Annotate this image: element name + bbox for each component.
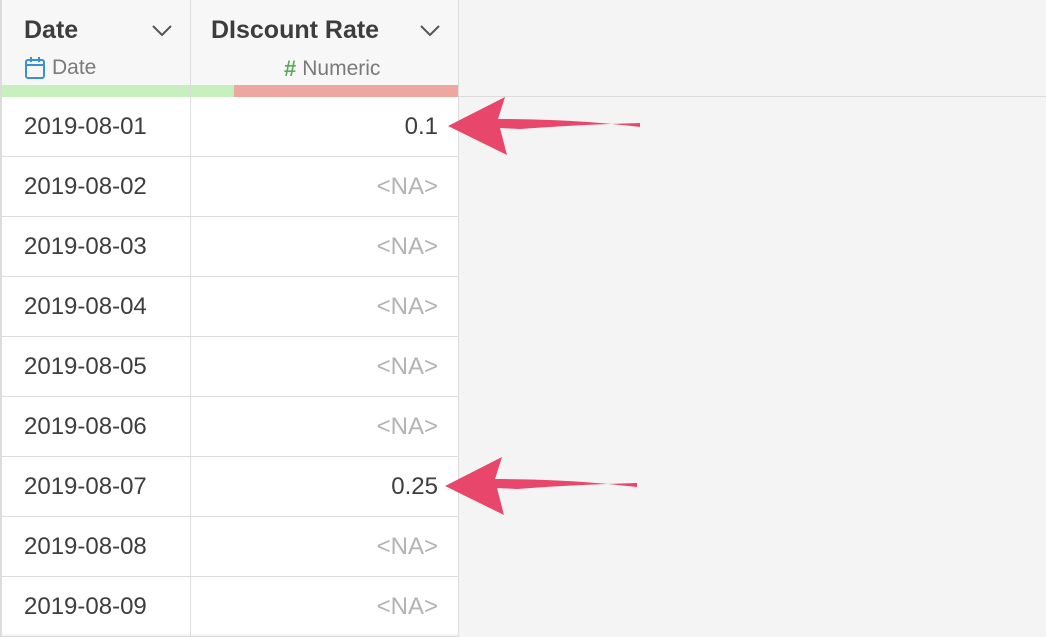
discount-rate-cell[interactable]: 0.25 <box>191 457 459 517</box>
table-row[interactable]: 2019-08-01 0.1 <box>0 97 459 157</box>
annotation-arrow-icon <box>445 457 637 515</box>
table-row[interactable]: 2019-08-04 <NA> <box>0 277 459 337</box>
discount-rate-cell[interactable]: <NA> <box>191 337 459 397</box>
discount-rate-cell[interactable]: <NA> <box>191 277 459 337</box>
table-row[interactable]: 2019-08-03 <NA> <box>0 217 459 277</box>
discount-rate-cell[interactable]: <NA> <box>191 517 459 577</box>
table-row[interactable]: 2019-08-05 <NA> <box>0 337 459 397</box>
quality-bar-valid <box>191 85 234 97</box>
chevron-down-icon[interactable] <box>418 22 442 38</box>
column-type-label-discount-rate: Numeric <box>302 57 381 80</box>
quality-bar-valid <box>2 85 190 97</box>
hash-icon: # <box>284 56 297 81</box>
column-type-date: Date <box>24 56 96 80</box>
discount-rate-cell[interactable]: <NA> <box>191 217 459 277</box>
column-title-date[interactable]: Date <box>24 16 78 45</box>
table-row[interactable]: 2019-08-09 <NA> <box>0 577 459 637</box>
date-cell[interactable]: 2019-08-06 <box>0 397 191 457</box>
column-type-label-date: Date <box>52 56 97 79</box>
date-cell[interactable]: 2019-08-02 <box>0 157 191 217</box>
date-cell[interactable]: 2019-08-07 <box>0 457 191 517</box>
discount-rate-cell[interactable]: 0.1 <box>191 97 459 157</box>
data-quality-bar-discount-rate[interactable] <box>191 85 458 97</box>
data-grid: Date Date DIscount Rate # Numeric 2019-0… <box>0 0 459 637</box>
column-header-discount-rate[interactable]: DIscount Rate # Numeric <box>191 0 459 97</box>
data-quality-bar-date[interactable] <box>2 85 190 97</box>
date-cell[interactable]: 2019-08-08 <box>0 517 191 577</box>
chevron-down-icon[interactable] <box>150 22 174 38</box>
column-header-date[interactable]: Date Date <box>0 0 191 97</box>
date-cell[interactable]: 2019-08-03 <box>0 217 191 277</box>
calendar-icon <box>25 57 45 79</box>
column-title-discount-rate[interactable]: DIscount Rate <box>211 16 379 45</box>
table-body: 2019-08-01 0.1 2019-08-02 <NA> 2019-08-0… <box>0 97 459 637</box>
column-type-discount-rate: # Numeric <box>284 56 380 82</box>
table-row[interactable]: 2019-08-07 0.25 <box>0 457 459 517</box>
date-cell[interactable]: 2019-08-09 <box>0 577 191 637</box>
date-cell[interactable]: 2019-08-05 <box>0 337 191 397</box>
annotation-arrow-icon <box>448 97 640 155</box>
table-row[interactable]: 2019-08-06 <NA> <box>0 397 459 457</box>
discount-rate-cell[interactable]: <NA> <box>191 397 459 457</box>
date-cell[interactable]: 2019-08-01 <box>0 97 191 157</box>
table-row[interactable]: 2019-08-02 <NA> <box>0 157 459 217</box>
header-empty-area <box>459 0 1046 97</box>
table-row[interactable]: 2019-08-08 <NA> <box>0 517 459 577</box>
quality-bar-missing <box>233 85 458 97</box>
discount-rate-cell[interactable]: <NA> <box>191 157 459 217</box>
date-cell[interactable]: 2019-08-04 <box>0 277 191 337</box>
discount-rate-cell[interactable]: <NA> <box>191 577 459 637</box>
